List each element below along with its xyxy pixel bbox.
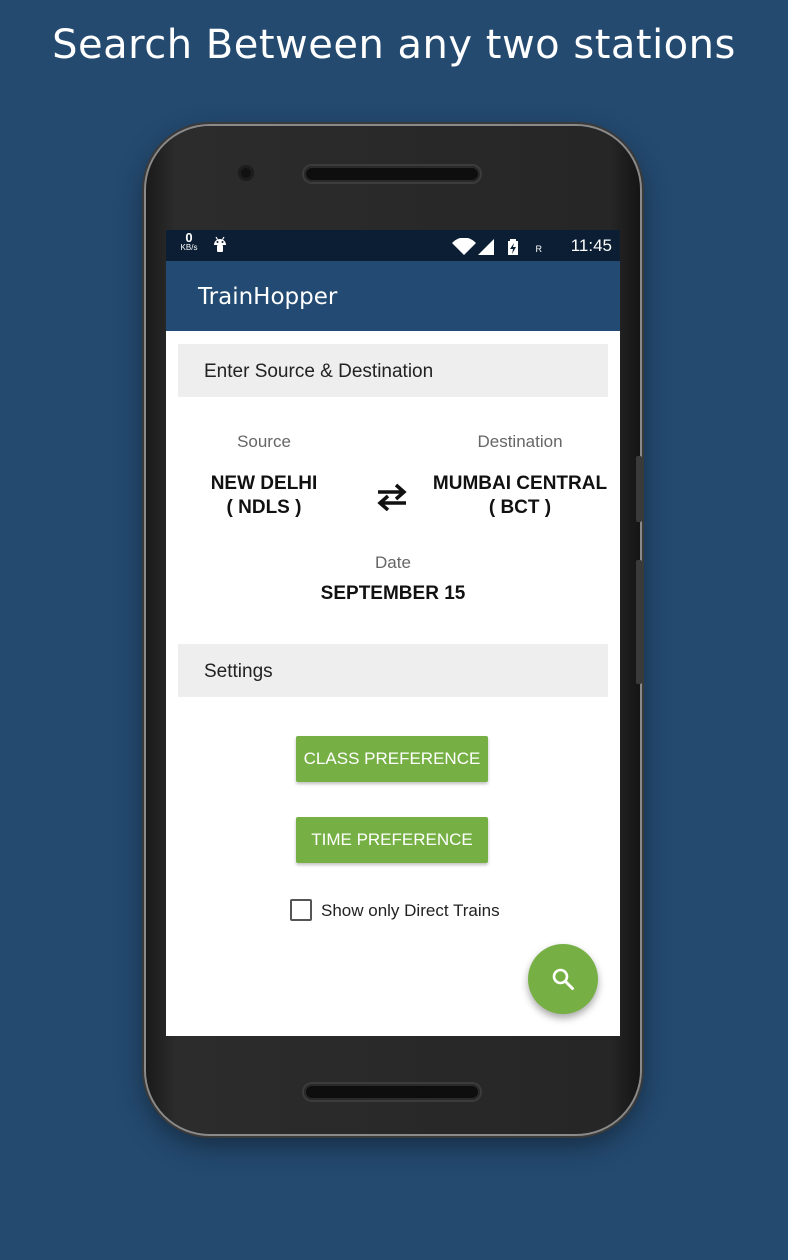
promo-headline: Search Between any two stations [52, 22, 736, 68]
search-fab-button[interactable] [528, 944, 598, 1014]
direct-trains-checkbox[interactable] [290, 899, 312, 921]
class-preference-button[interactable]: CLASS PREFERENCE [296, 736, 488, 782]
destination-label: Destination [477, 432, 563, 451]
route-section-title: Enter Source & Destination [204, 361, 434, 382]
settings-section-header: Settings [178, 644, 608, 697]
data-rate-value: 0 [185, 230, 193, 245]
source-station-picker[interactable]: NEW DELHI ( NDLS ) [186, 472, 342, 520]
bottom-speaker [304, 1084, 480, 1100]
swap-stations-button[interactable] [374, 483, 410, 516]
phone-volume-button [636, 560, 642, 684]
direct-trains-label[interactable]: Show only Direct Trains [321, 901, 500, 921]
app-bar: TrainHopper [166, 261, 620, 331]
app-title: TrainHopper [198, 284, 338, 310]
android-debug-icon [212, 236, 228, 259]
swap-arrows-icon [377, 483, 407, 512]
status-icons [450, 237, 530, 261]
source-station-code: ( NDLS ) [226, 497, 302, 518]
time-preference-button[interactable]: TIME PREFERENCE [296, 817, 488, 863]
network-type-label: R [535, 244, 543, 254]
wifi-icon [452, 237, 518, 255]
settings-section-title: Settings [204, 661, 273, 682]
source-station-name: NEW DELHI [210, 473, 318, 494]
status-clock: 11:45 [570, 236, 612, 255]
destination-station-code: ( BCT ) [488, 497, 552, 518]
date-picker[interactable]: SEPTEMBER 15 [166, 582, 620, 606]
route-section-header: Enter Source & Destination [178, 344, 608, 397]
phone-screen: 0 KB/s R 11:45 TrainHopper Enter Source … [166, 230, 620, 1036]
source-label: Source [237, 432, 291, 451]
data-rate-indicator: 0 KB/s [176, 230, 202, 253]
phone-power-button [636, 456, 642, 522]
status-bar: 0 KB/s R 11:45 [166, 230, 620, 261]
top-speaker [304, 166, 480, 182]
front-camera [238, 165, 254, 181]
search-icon [552, 968, 574, 990]
destination-station-name: MUMBAI CENTRAL [432, 473, 608, 494]
data-rate-unit: KB/s [180, 243, 198, 252]
date-label: Date [375, 553, 411, 572]
destination-station-picker[interactable]: MUMBAI CENTRAL ( BCT ) [430, 472, 610, 520]
